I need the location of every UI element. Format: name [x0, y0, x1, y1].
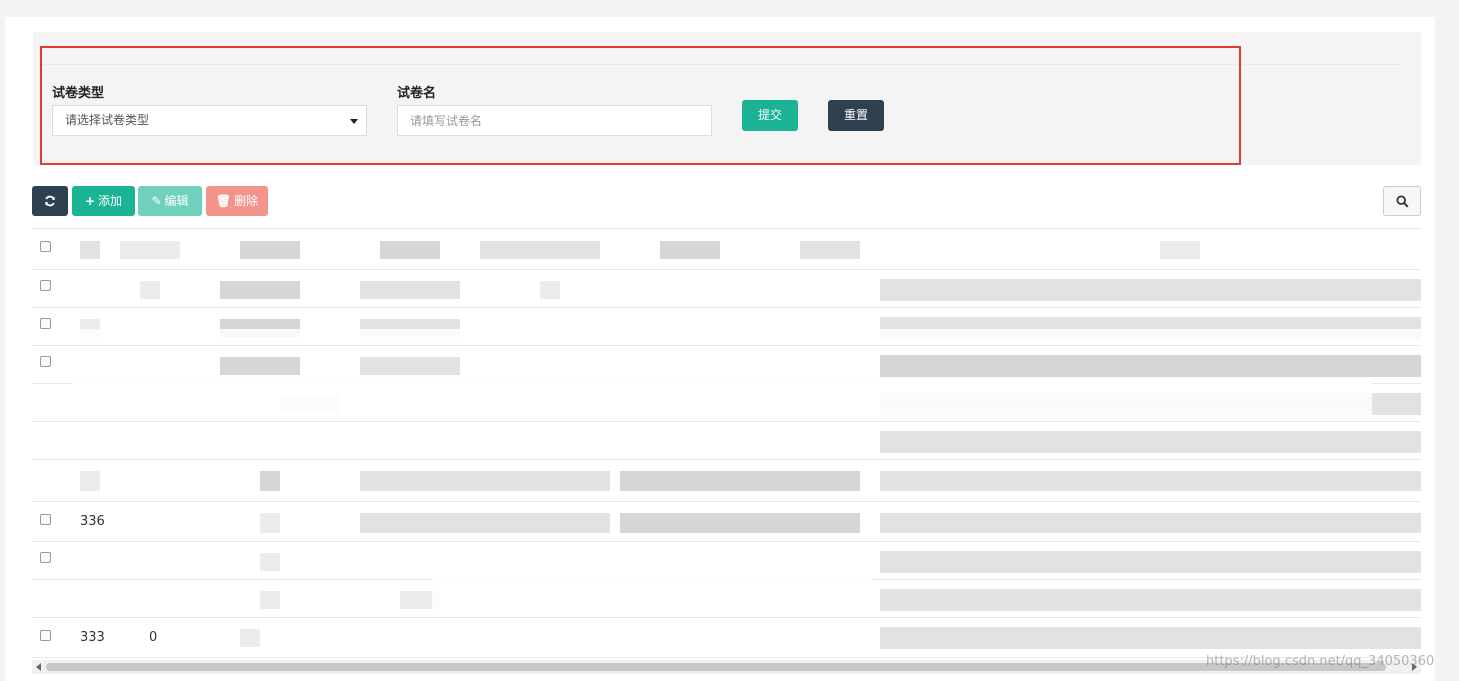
pixelated-cell: [260, 591, 280, 609]
table-search-button[interactable]: [1383, 186, 1421, 216]
edit-button[interactable]: ✎ 编辑: [138, 186, 202, 216]
row-type: 0: [149, 630, 158, 645]
pixelated-cell: [260, 471, 280, 491]
select-all-checkbox[interactable]: [40, 241, 51, 252]
pixelated-header: [120, 241, 180, 259]
pixelated-cell: [880, 355, 1421, 377]
pixelated-cell: [220, 281, 300, 299]
pixelated-header: [1160, 241, 1200, 259]
pixelated-cell: [360, 513, 610, 533]
row-checkbox[interactable]: [40, 318, 51, 329]
delete-label: 删除: [234, 194, 259, 208]
pixelated-cell: [140, 281, 160, 299]
pixelated-cell: [880, 589, 1421, 611]
pixelated-cell: [880, 431, 1421, 453]
blur-smear: [72, 379, 1372, 415]
scroll-left-arrow-icon[interactable]: [36, 663, 41, 671]
refresh-button[interactable]: [32, 186, 68, 216]
pixelated-cell: [360, 281, 460, 299]
highlight-box: [40, 46, 1241, 165]
table-row[interactable]: [32, 459, 1421, 502]
pixelated-cell: [880, 279, 1421, 301]
pixelated-cell: [880, 471, 1421, 491]
pixelated-cell: [880, 551, 1421, 573]
row-id: 333: [80, 630, 105, 645]
pixelated-cell: [80, 471, 100, 491]
watermark: https://blog.csdn.net/qq_34050360: [1206, 654, 1435, 669]
pixelated-cell: [220, 357, 300, 375]
trash-icon: 🗑: [215, 194, 232, 208]
pixelated-cell: [540, 281, 560, 299]
blur-smear: [32, 447, 852, 457]
search-icon: [1395, 195, 1409, 208]
table-header-row: [32, 229, 1421, 270]
pixelated-cell: [620, 471, 860, 491]
edit-label: 编辑: [164, 194, 189, 208]
blur-smear: [32, 329, 1421, 343]
plus-icon: +: [84, 194, 96, 208]
pixelated-cell: [260, 553, 280, 571]
row-checkbox[interactable]: [40, 630, 51, 641]
row-checkbox[interactable]: [40, 514, 51, 525]
data-table: 336 333 0: [32, 228, 1421, 661]
pixelated-header: [660, 241, 720, 259]
table-row[interactable]: [32, 269, 1421, 308]
row-checkbox[interactable]: [40, 280, 51, 291]
table-row[interactable]: 333 0: [32, 617, 1421, 658]
row-checkbox[interactable]: [40, 356, 51, 367]
pixelated-cell: [360, 471, 610, 491]
pixelated-header: [80, 241, 100, 259]
pixelated-cell: [880, 627, 1421, 649]
pixelated-header: [380, 241, 440, 259]
pixelated-cell: [880, 513, 1421, 533]
row-checkbox[interactable]: [40, 552, 51, 563]
pixelated-cell: [620, 513, 860, 533]
refresh-icon: [45, 195, 55, 207]
pixelated-header: [480, 241, 600, 259]
row-id: 336: [80, 514, 105, 529]
table-row[interactable]: 336: [32, 501, 1421, 542]
add-label: 添加: [98, 194, 123, 208]
pixelated-header: [800, 241, 860, 259]
add-button[interactable]: + 添加: [72, 186, 135, 216]
blur-smear: [432, 559, 872, 609]
pixelated-cell: [240, 629, 260, 647]
scroll-thumb[interactable]: [46, 663, 1386, 671]
pixelated-header: [240, 241, 300, 259]
pencil-icon: ✎: [151, 194, 162, 208]
pixelated-cell: [360, 357, 460, 375]
delete-button[interactable]: 🗑 删除: [206, 186, 268, 216]
pixelated-cell: [260, 513, 280, 533]
